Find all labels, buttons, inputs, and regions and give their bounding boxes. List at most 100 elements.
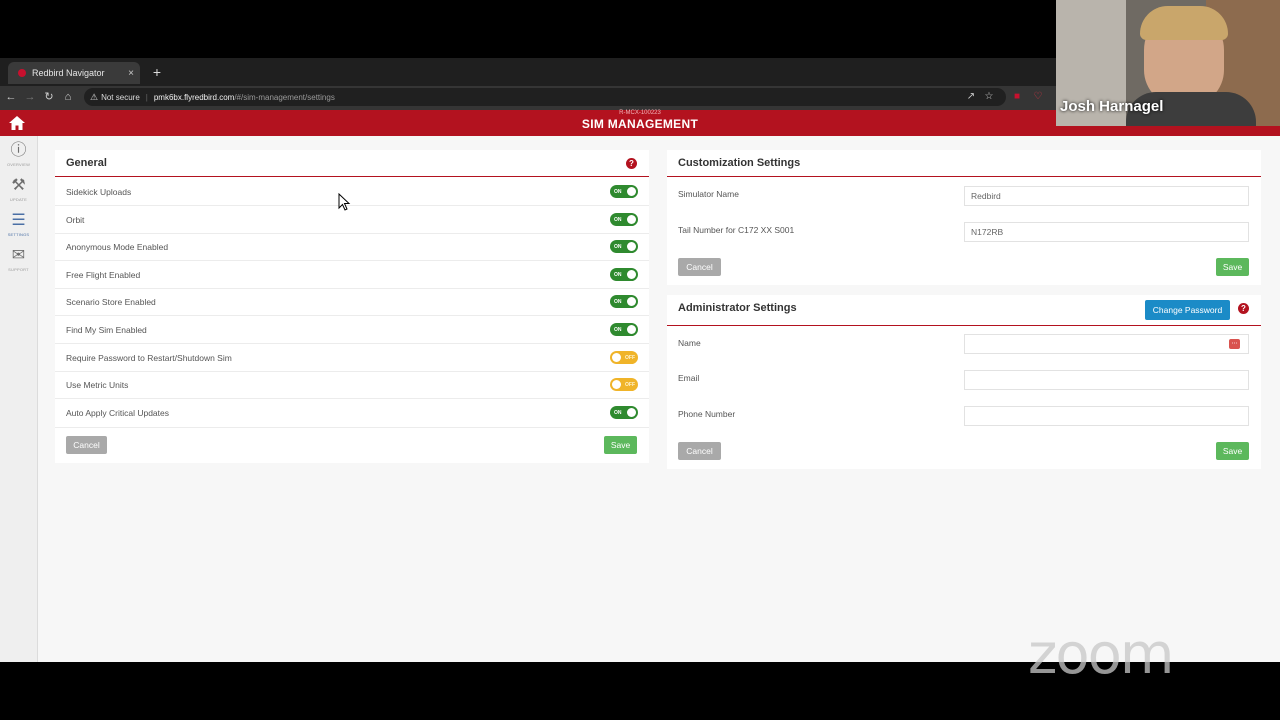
toggle-state: OFF xyxy=(625,381,635,388)
reload-icon[interactable]: ↻ xyxy=(42,89,56,105)
tail-number-input[interactable]: N172RB xyxy=(964,222,1249,242)
general-cancel-button[interactable]: Cancel xyxy=(66,436,107,454)
administrator-title: Administrator Settings xyxy=(678,302,797,314)
toggle-require-password-to-restart-shutdown-sim[interactable]: OFF xyxy=(610,351,638,364)
nav-item-support[interactable]: ✉ SUPPORT xyxy=(0,245,37,279)
toggle-knob xyxy=(627,408,636,417)
toggle-knob xyxy=(612,380,621,389)
customization-divider xyxy=(667,176,1261,177)
participant-name: Josh Harnagel xyxy=(1060,98,1164,115)
simulator-name-input[interactable]: Redbird xyxy=(964,186,1249,206)
setting-row-orbit: Orbit ON xyxy=(55,206,649,234)
zoom-watermark: zoom xyxy=(1028,622,1174,687)
info-icon: ⓘ xyxy=(10,142,27,159)
admin-phone-label: Phone Number xyxy=(678,409,736,419)
tab-close-icon[interactable]: × xyxy=(128,68,134,79)
toggle-state: ON xyxy=(614,271,622,278)
customization-save-button[interactable]: Save xyxy=(1216,258,1249,276)
admin-name-input[interactable] xyxy=(964,334,1249,354)
nav-item-settings[interactable]: ☰ SETTINGS xyxy=(0,210,37,244)
toggle-knob xyxy=(627,242,636,251)
setting-label: Sidekick Uploads xyxy=(66,187,132,197)
admin-phone-input[interactable] xyxy=(964,406,1249,426)
toggle-state: ON xyxy=(614,326,622,333)
customization-card xyxy=(667,150,1261,285)
change-password-button[interactable]: Change Password xyxy=(1145,300,1230,320)
toggle-find-my-sim-enabled[interactable]: ON xyxy=(610,323,638,336)
extension-icon[interactable]: ■ xyxy=(1010,89,1024,105)
administrator-help-icon[interactable]: ? xyxy=(1238,303,1249,314)
toggle-sidekick-uploads[interactable]: ON xyxy=(610,185,638,198)
nav-item-overview[interactable]: ⓘ OVERVIEW xyxy=(0,140,37,174)
toggle-knob xyxy=(627,215,636,224)
nav-label: SETTINGS xyxy=(7,232,30,237)
toggle-knob xyxy=(627,270,636,279)
forward-icon[interactable]: → xyxy=(23,89,37,105)
nav-label: UPDATE xyxy=(9,197,28,202)
tail-number-label: Tail Number for C172 XX S001 xyxy=(678,225,795,235)
back-icon[interactable]: ← xyxy=(4,89,18,105)
admin-name-label: Name xyxy=(678,338,701,348)
new-tab-button[interactable]: + xyxy=(150,64,164,80)
toggle-state: ON xyxy=(614,243,622,250)
setting-row-use-metric-units: Use Metric Units OFF xyxy=(55,371,649,399)
sliders-icon: ☰ xyxy=(11,212,26,229)
setting-row-scenario-store-enabled: Scenario Store Enabled ON xyxy=(55,288,649,316)
general-footer-divider xyxy=(55,427,649,428)
toggle-scenario-store-enabled[interactable]: ON xyxy=(610,295,638,308)
setting-row-anonymous-mode-enabled: Anonymous Mode Enabled ON xyxy=(55,233,649,261)
url-path: /#/sim-management/settings xyxy=(234,92,335,102)
setting-row-auto-apply-critical-updates: Auto Apply Critical Updates ON xyxy=(55,399,649,427)
redbird-favicon-icon xyxy=(18,69,26,77)
toggle-orbit[interactable]: ON xyxy=(610,213,638,226)
setting-row-sidekick-uploads: Sidekick Uploads ON xyxy=(55,178,649,206)
customization-cancel-button[interactable]: Cancel xyxy=(678,258,721,276)
security-status: Not secure xyxy=(101,92,140,102)
toggle-auto-apply-critical-updates[interactable]: ON xyxy=(610,406,638,419)
setting-label: Anonymous Mode Enabled xyxy=(66,242,169,252)
setting-label: Auto Apply Critical Updates xyxy=(66,408,169,418)
toggle-anonymous-mode-enabled[interactable]: ON xyxy=(610,240,638,253)
bookmark-star-icon[interactable]: ☆ xyxy=(982,89,996,105)
home-nav-icon[interactable]: ⌂ xyxy=(61,89,75,105)
toggle-free-flight-enabled[interactable]: ON xyxy=(610,268,638,281)
share-icon[interactable]: ↗ xyxy=(964,89,978,105)
nav-item-update[interactable]: ⚒ UPDATE xyxy=(0,175,37,209)
setting-label: Orbit xyxy=(66,215,85,225)
browser-tab[interactable]: Redbird Navigator × xyxy=(8,62,140,84)
hammer-icon: ⚒ xyxy=(11,177,26,194)
general-help-icon[interactable]: ? xyxy=(626,158,637,169)
administrator-save-button[interactable]: Save xyxy=(1216,442,1249,460)
admin-email-label: Email xyxy=(678,373,700,383)
simulator-name-label: Simulator Name xyxy=(678,189,739,199)
warning-icon: ⚠ xyxy=(90,91,99,102)
toggle-knob xyxy=(627,297,636,306)
mail-icon: ✉ xyxy=(11,247,26,264)
url-separator: | xyxy=(145,92,148,102)
toggle-state: ON xyxy=(614,409,622,416)
general-save-button[interactable]: Save xyxy=(604,436,637,454)
setting-label: Free Flight Enabled xyxy=(66,270,141,280)
setting-label: Require Password to Restart/Shutdown Sim xyxy=(66,353,232,363)
general-title: General xyxy=(66,157,107,169)
toggle-knob xyxy=(612,353,621,362)
toggle-state: OFF xyxy=(625,354,635,361)
pocket-icon[interactable]: ♡ xyxy=(1031,89,1045,105)
toggle-state: ON xyxy=(614,298,622,305)
toggle-use-metric-units[interactable]: OFF xyxy=(610,378,638,391)
admin-email-input[interactable] xyxy=(964,370,1249,390)
tab-title: Redbird Navigator xyxy=(32,68,105,78)
nav-label: SUPPORT xyxy=(8,267,29,272)
toggle-knob xyxy=(627,325,636,334)
address-bar[interactable]: ⚠ Not secure | pmk6bx.flyredbird.com /#/… xyxy=(84,88,1006,106)
toggle-knob xyxy=(627,187,636,196)
administrator-cancel-button[interactable]: Cancel xyxy=(678,442,721,460)
url-host: pmk6bx.flyredbird.com xyxy=(153,92,235,102)
customization-title: Customization Settings xyxy=(678,157,801,169)
password-manager-icon[interactable]: ⋯ xyxy=(1229,339,1240,349)
setting-row-free-flight-enabled: Free Flight Enabled ON xyxy=(55,261,649,289)
mouse-cursor-icon xyxy=(338,193,351,211)
setting-label: Scenario Store Enabled xyxy=(66,297,156,307)
nav-label: OVERVIEW xyxy=(6,162,31,167)
toggle-state: ON xyxy=(614,188,622,195)
